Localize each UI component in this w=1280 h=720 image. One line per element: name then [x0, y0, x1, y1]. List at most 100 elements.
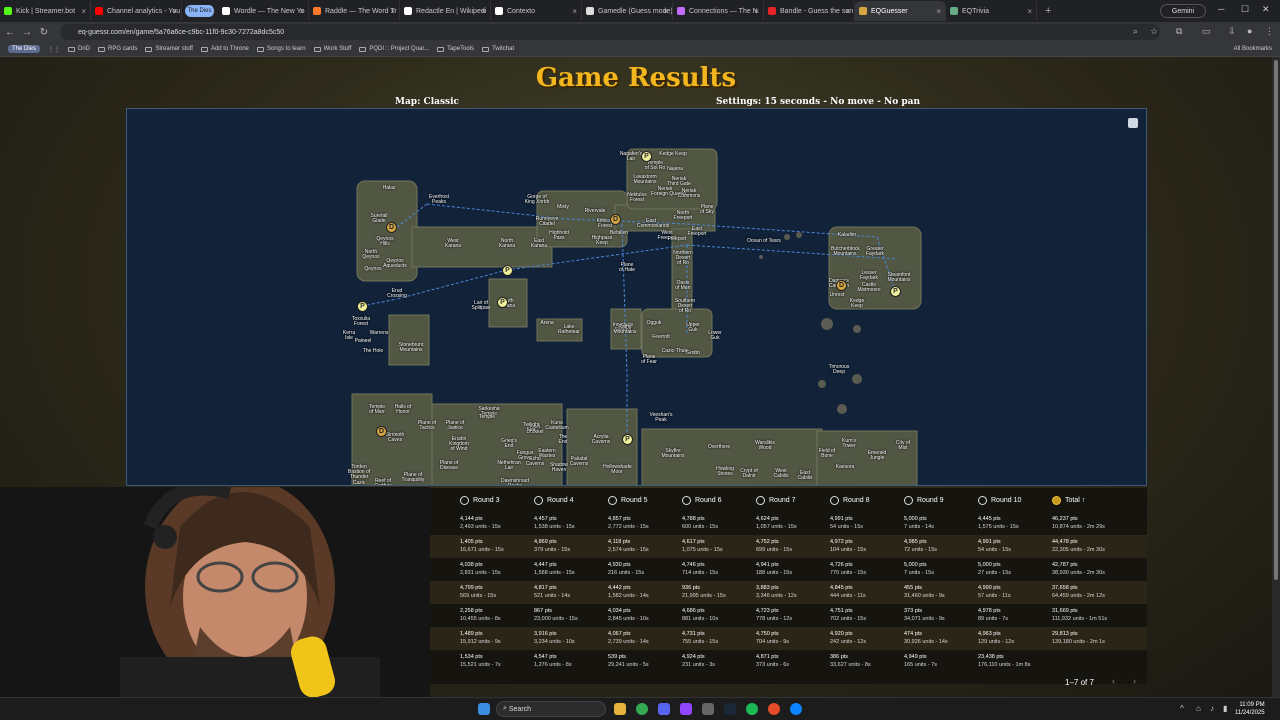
- minimize-icon[interactable]: ─: [1218, 4, 1224, 14]
- close-window-icon[interactable]: ✕: [1262, 4, 1270, 15]
- guess-marker[interactable]: P: [641, 151, 652, 162]
- gemini-button[interactable]: Gemini: [1160, 4, 1206, 18]
- close-tab-icon[interactable]: ×: [299, 7, 304, 16]
- round-header-7[interactable]: Round 7: [756, 495, 795, 505]
- bookmark-twitchat[interactable]: Twitchat: [482, 46, 514, 52]
- downloads-icon[interactable]: ⇩: [1228, 26, 1236, 37]
- volume-icon[interactable]: ♪: [1210, 704, 1214, 713]
- round-header-4[interactable]: Round 4: [534, 495, 573, 505]
- score-cell: 4,624 pts 1,057 units - 15s: [756, 515, 826, 531]
- close-tab-icon[interactable]: ×: [481, 7, 486, 16]
- round-header-label: Round 5: [621, 496, 648, 504]
- bookmark-streamer-stuff[interactable]: Streamer stuff: [145, 46, 193, 52]
- discord-icon[interactable]: [658, 703, 670, 715]
- app-icon[interactable]: [702, 703, 714, 715]
- tab-1[interactable]: Channel analytics - You ×: [91, 1, 182, 21]
- round-header-6[interactable]: Round 6: [682, 495, 721, 505]
- close-tab-icon[interactable]: ×: [663, 7, 668, 16]
- obs-icon[interactable]: [680, 703, 692, 715]
- close-tab-icon[interactable]: ×: [754, 7, 759, 16]
- round-header-3[interactable]: Round 3: [460, 495, 499, 505]
- scrollbar-thumb[interactable]: [1274, 60, 1278, 580]
- apps-grid-icon[interactable]: ⋮⋮: [48, 46, 60, 53]
- all-bookmarks[interactable]: All Bookmarks: [1234, 46, 1272, 52]
- guess-marker[interactable]: D: [610, 214, 621, 225]
- tab-10[interactable]: EQGuesser ×: [855, 1, 946, 21]
- zone-label: Plane of Sky: [700, 204, 714, 215]
- tab-0[interactable]: Kick | Streamer.bot ×: [0, 1, 91, 21]
- bookmark-tapetools[interactable]: TapeTools: [437, 46, 474, 52]
- tab-7[interactable]: Gamedle (Guess mode) ×: [582, 1, 673, 21]
- spotify-icon[interactable]: [746, 703, 758, 715]
- guess-marker[interactable]: D: [386, 222, 397, 233]
- close-tab-icon[interactable]: ×: [81, 7, 86, 16]
- results-map[interactable]: Halas Everfrost Peaks Surefall Glade Qeynos…: [126, 108, 1147, 486]
- score-distance-time: 521 units - 14s: [534, 593, 571, 599]
- round-header-8[interactable]: Round 8: [830, 495, 869, 505]
- extensions-icon[interactable]: ⧉: [1176, 26, 1182, 37]
- score-points: 4,990 pts: [978, 585, 1001, 591]
- zoom-icon[interactable]: ⌕: [1133, 26, 1138, 37]
- map-layers-icon[interactable]: [1128, 118, 1138, 128]
- url-field[interactable]: eq-guessr.com/en/game/5a76a6ce-c9bc-11f0…: [60, 24, 1160, 40]
- tab-label: EQTrivia: [962, 7, 989, 15]
- start-icon[interactable]: [478, 703, 490, 715]
- tab-6[interactable]: Contexto ×: [491, 1, 582, 21]
- menu-icon[interactable]: ⋮: [1265, 26, 1274, 37]
- close-tab-icon[interactable]: ×: [845, 7, 850, 16]
- guess-marker[interactable]: D: [836, 280, 847, 291]
- guess-marker[interactable]: P: [357, 301, 368, 312]
- taskbar-clock[interactable]: 11:09 PM 11/24/2025: [1235, 701, 1265, 717]
- file-explorer-icon[interactable]: [614, 703, 626, 715]
- round-header-11[interactable]: Total ↑: [1052, 495, 1085, 505]
- close-tab-icon[interactable]: ×: [1027, 7, 1032, 16]
- bookmark-the-dies[interactable]: The Dies: [8, 45, 41, 53]
- chrome-icon[interactable]: [636, 703, 648, 715]
- tray-chevron-icon[interactable]: ^: [1180, 704, 1184, 713]
- close-tab-icon[interactable]: ×: [172, 7, 177, 16]
- settings-label: Settings: 15 seconds - No move - No pan: [716, 97, 921, 107]
- reload-icon[interactable]: ↻: [37, 27, 51, 38]
- round-header-5[interactable]: Round 5: [608, 495, 648, 505]
- tab-label: Channel analytics - You: [107, 7, 181, 15]
- bookmark-add-to-throne[interactable]: Add to Throne: [200, 46, 249, 52]
- close-tab-icon[interactable]: ×: [936, 7, 941, 16]
- guess-marker[interactable]: P: [502, 265, 513, 276]
- back-icon[interactable]: ←: [3, 27, 17, 38]
- guess-marker[interactable]: P: [622, 434, 633, 445]
- battery-icon[interactable]: ▮: [1223, 704, 1227, 713]
- close-tab-icon[interactable]: ×: [572, 7, 577, 16]
- bookmark-pqdi[interactable]: PQDI :: Project Quar...: [359, 46, 429, 52]
- tab-3[interactable]: Wordle — The New Yo ×: [218, 1, 309, 21]
- edge-icon[interactable]: [790, 703, 802, 715]
- guess-marker[interactable]: P: [890, 286, 901, 297]
- sidepanel-icon[interactable]: ▭: [1202, 26, 1211, 37]
- taskbar-search[interactable]: ⌕ Search: [496, 701, 606, 717]
- bookmark-rpg-cards[interactable]: RPG cards: [98, 46, 137, 52]
- close-tab-icon[interactable]: ×: [390, 7, 395, 16]
- network-icon[interactable]: ⌂: [1196, 704, 1201, 713]
- tab-8[interactable]: Connections — The N ×: [673, 1, 764, 21]
- new-tab-icon[interactable]: +: [1045, 5, 1051, 17]
- tab-4[interactable]: Raddle — The Word Tr ×: [309, 1, 400, 21]
- bookmark-star-icon[interactable]: ☆: [1150, 26, 1158, 37]
- tab-9[interactable]: Bandle - Guess the son ×: [764, 1, 855, 21]
- forward-icon[interactable]: →: [20, 27, 34, 38]
- profile-icon[interactable]: ●: [1247, 26, 1252, 36]
- steam-icon[interactable]: [724, 703, 736, 715]
- guess-marker[interactable]: P: [497, 297, 508, 308]
- prev-page-button[interactable]: ‹: [1112, 676, 1115, 686]
- browser-icon[interactable]: [768, 703, 780, 715]
- maximize-icon[interactable]: ☐: [1241, 4, 1249, 15]
- bookmark-work-stuff[interactable]: Work Stuff: [313, 46, 351, 52]
- tab-11[interactable]: EQTrivia ×: [946, 1, 1037, 21]
- favicon-icon: [404, 7, 412, 15]
- bookmark-dnd[interactable]: DnD: [68, 46, 90, 52]
- bookmark-songs-to-learn[interactable]: Songs to learn: [256, 46, 306, 52]
- round-header-10[interactable]: Round 10: [978, 495, 1021, 505]
- next-page-button[interactable]: ›: [1133, 676, 1136, 686]
- round-header-9[interactable]: Round 9: [904, 495, 943, 505]
- guess-marker[interactable]: D: [376, 426, 387, 437]
- tab-2[interactable]: The Dies: [185, 5, 215, 17]
- tab-5[interactable]: Redactle En | Wikipedi ×: [400, 1, 491, 21]
